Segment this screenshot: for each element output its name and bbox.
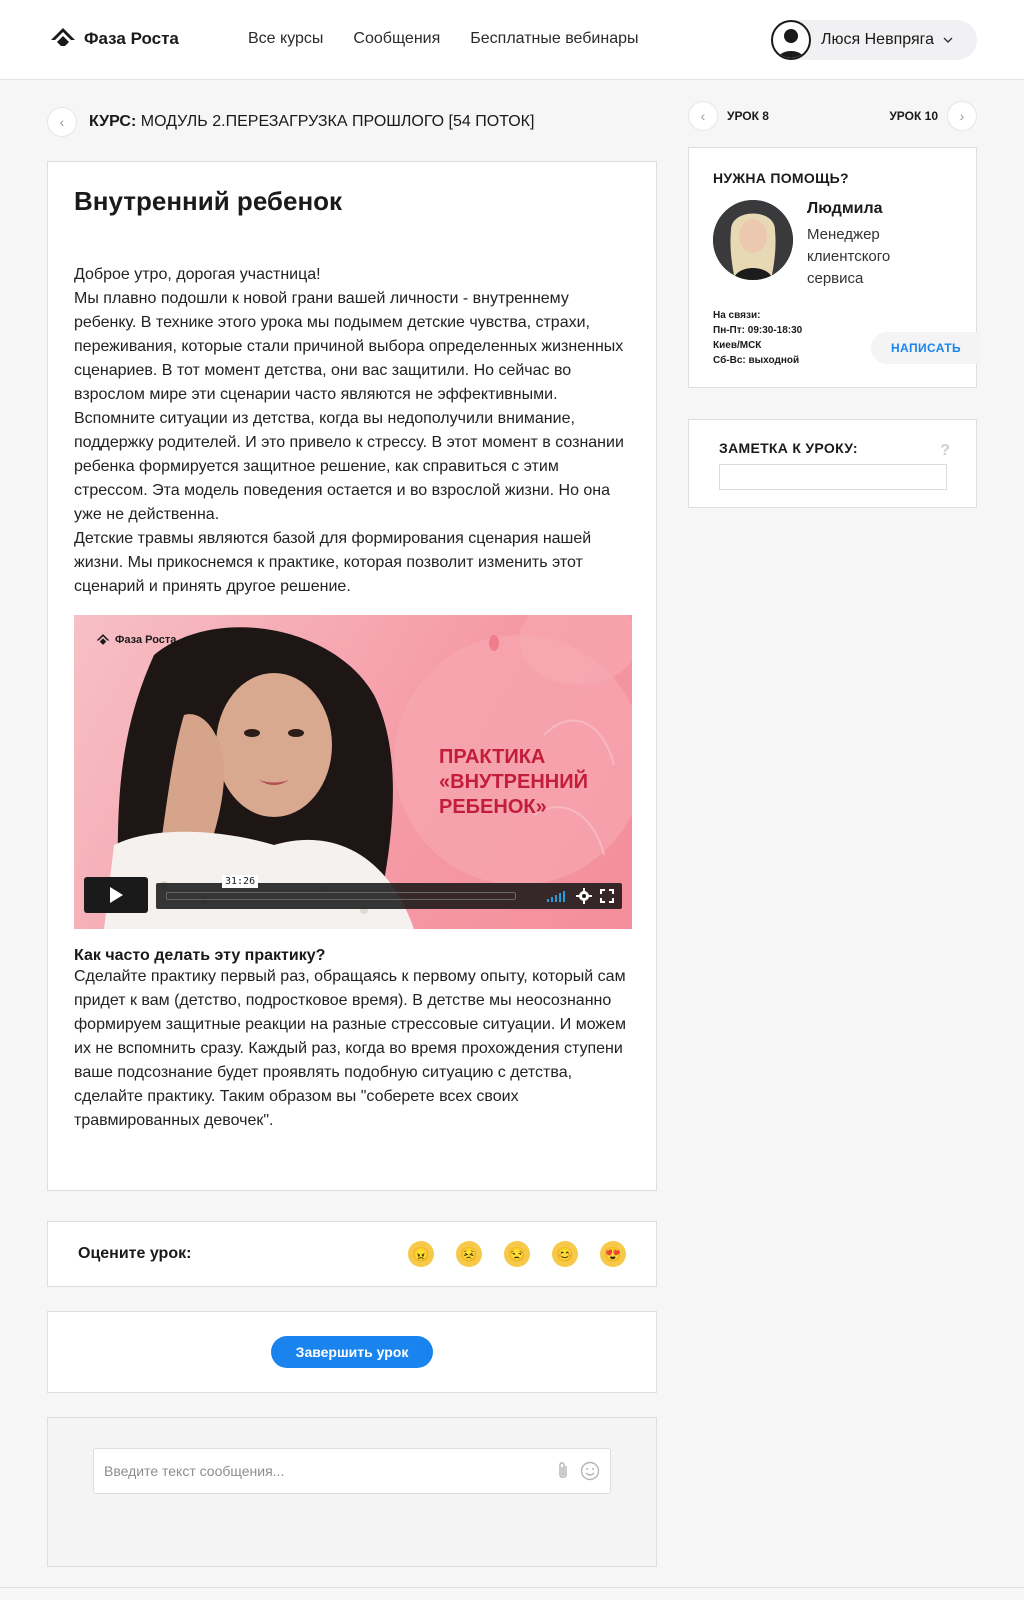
next-lesson-label[interactable]: УРОК 10 <box>889 109 938 123</box>
lesson-body: Доброе утро, дорогая участница! Мы плавн… <box>74 263 630 599</box>
chevron-right-icon: › <box>959 108 965 124</box>
note-card: ЗАМЕТКА К УРОКУ: ? <box>688 419 977 508</box>
nav-all-courses[interactable]: Все курсы <box>248 30 323 48</box>
emoji-icon[interactable] <box>580 1461 600 1481</box>
complete-lesson-button[interactable]: Завершить урок <box>271 1336 433 1368</box>
lesson-card: Внутренний ребенок Доброе утро, дорогая … <box>47 161 657 1191</box>
note-input[interactable] <box>719 464 947 490</box>
video-controls: 31:26 <box>84 875 622 913</box>
video-player[interactable]: Фаза Роста ПРАКТИКА «ВНУТРЕННИЙ РЕБЕНОК»… <box>74 615 632 929</box>
back-button[interactable]: ‹ <box>47 107 77 137</box>
course-name: МОДУЛЬ 2.ПЕРЕЗАГРУЗКА ПРОШЛОГО [54 ПОТОК… <box>140 113 535 130</box>
footer-divider <box>0 1587 1024 1588</box>
unamused-face-icon[interactable]: 😒 <box>504 1241 530 1267</box>
manager-name: Людмила <box>807 200 883 217</box>
user-name: Люся Невпряга <box>821 31 934 48</box>
manager-block: Людмила Менеджер клиентского сервиса <box>713 200 952 290</box>
settings-gear-icon[interactable] <box>576 888 592 904</box>
lesson-navigation: ‹ УРОК 8 УРОК 10 › <box>688 101 977 131</box>
avatar <box>771 20 811 60</box>
hours-line: На связи: <box>713 310 761 321</box>
video-brand: Фаза Роста <box>96 633 176 647</box>
complete-card: Завершить урок <box>47 1311 657 1393</box>
video-duration: 31:26 <box>222 875 259 888</box>
prev-lesson-button[interactable]: ‹ <box>688 101 718 131</box>
support-hours: На связи: Пн-Пт: 09:30-18:30 Киев/МСК Сб… <box>713 308 802 368</box>
chevron-left-icon: ‹ <box>59 114 65 130</box>
hours-line: Сб-Вс: выходной <box>713 355 800 366</box>
breadcrumb: ‹ КУРС: МОДУЛЬ 2.ПЕРЕЗАГРУЗКА ПРОШЛОГО [… <box>47 107 534 137</box>
prev-lesson-label[interactable]: УРОК 8 <box>727 109 769 123</box>
user-menu[interactable]: Люся Невпряга <box>771 20 977 60</box>
play-icon <box>110 887 123 903</box>
rating-label: Оцените урок: <box>78 1245 192 1262</box>
write-button[interactable]: НАПИСАТЬ <box>871 332 981 364</box>
lesson-title: Внутренний ребенок <box>74 186 343 216</box>
user-silhouette-icon <box>777 29 805 58</box>
video-progress-bar[interactable]: 31:26 <box>156 875 622 909</box>
fullscreen-icon[interactable] <box>600 889 614 903</box>
help-card: НУЖНА ПОМОЩЬ? Людмила Менеджер клиентско… <box>688 147 981 388</box>
chevron-left-icon: ‹ <box>700 108 706 124</box>
manager-info: Людмила Менеджер клиентского сервиса <box>807 200 917 290</box>
video-control-icons <box>546 888 614 904</box>
nav-messages[interactable]: Сообщения <box>353 30 440 48</box>
smiling-face-icon[interactable]: 😊 <box>552 1241 578 1267</box>
lesson-paragraph: Вспомните ситуации из детства, когда вы … <box>74 410 624 523</box>
logo-icon <box>51 28 75 50</box>
top-header: Фаза Роста Все курсы Сообщения Бесплатны… <box>0 0 1024 80</box>
brand-logo[interactable]: Фаза Роста <box>50 26 179 52</box>
progress-track[interactable] <box>166 892 516 900</box>
rating-emojis: 😠 😣 😒 😊 😍 <box>408 1241 626 1267</box>
note-title: ЗАМЕТКА К УРОКУ: <box>719 440 858 456</box>
message-card <box>47 1417 657 1567</box>
video-title-line: ПРАКТИКА <box>439 746 546 768</box>
next-lesson-button[interactable]: › <box>947 101 977 131</box>
manager-role: Менеджер клиентского сервиса <box>807 226 891 287</box>
heart-eyes-face-icon[interactable]: 😍 <box>600 1241 626 1267</box>
angry-face-icon[interactable]: 😠 <box>408 1241 434 1267</box>
message-icons <box>556 1461 600 1481</box>
video-title-line: «ВНУТРЕННИЙ <box>439 771 588 793</box>
rating-card: Оцените урок: 😠 😣 😒 😊 😍 <box>47 1221 657 1287</box>
persevering-face-icon[interactable]: 😣 <box>456 1241 482 1267</box>
hours-line: Киев/МСК <box>713 340 762 351</box>
brand-name: Фаза Роста <box>84 29 179 48</box>
manager-avatar-image <box>713 200 793 280</box>
course-title: КУРС: МОДУЛЬ 2.ПЕРЕЗАГРУЗКА ПРОШЛОГО [54… <box>89 113 534 131</box>
manager-photo <box>713 200 793 280</box>
help-question-icon[interactable]: ? <box>940 442 950 460</box>
lesson-paragraph: Мы плавно подошли к новой грани вашей ли… <box>74 290 624 403</box>
help-title: НУЖНА ПОМОЩЬ? <box>713 170 849 186</box>
play-button[interactable] <box>84 877 148 913</box>
lesson-paragraph: Детские травмы являются базой для формир… <box>74 530 592 595</box>
lesson-paragraph: Доброе утро, дорогая участница! <box>74 266 321 283</box>
video-brand-name: Фаза Роста <box>115 634 177 646</box>
chevron-down-icon <box>943 37 953 43</box>
video-title: ПРАКТИКА «ВНУТРЕННИЙ РЕБЕНОК» <box>439 745 588 820</box>
practice-text: Сделайте практику первый раз, обращаясь … <box>74 968 627 1129</box>
hours-line: Пн-Пт: 09:30-18:30 <box>713 325 803 336</box>
course-prefix: КУРС: <box>89 113 137 130</box>
nav-free-webinars[interactable]: Бесплатные вебинары <box>470 30 638 48</box>
volume-icon[interactable] <box>546 889 568 903</box>
paperclip-icon[interactable] <box>556 1461 570 1481</box>
message-input-box <box>93 1448 611 1494</box>
practice-heading: Как часто делать эту практику? <box>74 947 326 964</box>
video-title-line: РЕБЕНОК» <box>439 796 547 818</box>
main-nav: Все курсы Сообщения Бесплатные вебинары <box>248 30 639 48</box>
logo-icon <box>96 634 110 645</box>
message-input[interactable] <box>104 1463 556 1479</box>
